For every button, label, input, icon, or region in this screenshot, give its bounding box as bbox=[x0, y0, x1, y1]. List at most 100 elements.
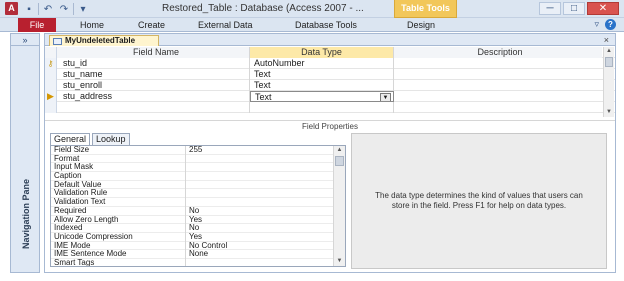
property-help-text: The data type determines the kind of val… bbox=[375, 191, 583, 210]
property-row[interactable]: IME Sentence Mode None bbox=[51, 250, 345, 259]
scroll-up-arrow-icon[interactable]: ▲ bbox=[334, 146, 345, 155]
data-type-cell[interactable]: Text bbox=[250, 69, 394, 80]
data-type-dropdown[interactable]: Text ▼ bbox=[250, 91, 394, 102]
property-value[interactable] bbox=[186, 198, 331, 207]
row-selector[interactable]: ▶ bbox=[45, 91, 57, 102]
property-name: Smart Tags bbox=[51, 258, 186, 266]
property-row[interactable]: Unicode Compression Yes bbox=[51, 232, 345, 242]
property-row[interactable]: Field Size 255 bbox=[51, 146, 345, 155]
navigation-pane: » Navigation Pane bbox=[10, 33, 40, 273]
property-value[interactable] bbox=[186, 163, 331, 172]
property-row[interactable]: Format bbox=[51, 154, 345, 164]
redo-icon[interactable]: ↷ bbox=[57, 3, 71, 16]
help-icon[interactable]: ? bbox=[605, 19, 616, 30]
property-row[interactable]: Validation Text bbox=[51, 198, 345, 207]
column-header-data-type[interactable]: Data Type bbox=[250, 47, 394, 58]
minimize-ribbon-icon[interactable]: ▿ bbox=[594, 19, 599, 30]
ribbon-tab-bar: File Home Create External Data Database … bbox=[0, 18, 624, 32]
tab-general[interactable]: General bbox=[50, 133, 91, 145]
description-cell[interactable] bbox=[394, 102, 602, 113]
data-type-cell[interactable]: Text bbox=[250, 80, 394, 91]
close-document-icon[interactable]: × bbox=[604, 34, 609, 46]
document-tab-bar: MyUndeletedTable × bbox=[45, 34, 615, 46]
scroll-down-arrow-icon[interactable]: ▼ bbox=[334, 257, 345, 266]
scroll-thumb[interactable] bbox=[605, 57, 613, 67]
row-selector-header[interactable] bbox=[45, 47, 57, 58]
quick-access-toolbar: ▪ ↶ ↷ ▾ bbox=[22, 2, 90, 16]
row-selector[interactable] bbox=[45, 69, 57, 80]
field-name-cell[interactable]: stu_id bbox=[57, 58, 250, 69]
property-value[interactable] bbox=[186, 189, 331, 198]
navigation-pane-label[interactable]: Navigation Pane bbox=[15, 159, 37, 269]
property-name: IME Mode bbox=[51, 241, 186, 251]
field-name-cell[interactable]: stu_name bbox=[57, 69, 250, 80]
row-selector[interactable] bbox=[45, 102, 57, 113]
property-row[interactable]: Input Mask bbox=[51, 163, 345, 173]
property-value[interactable]: No bbox=[186, 207, 331, 216]
field-name-cell[interactable] bbox=[57, 102, 250, 113]
navigation-pane-text: Navigation Pane bbox=[21, 178, 31, 250]
property-row[interactable]: Allow Zero Length Yes bbox=[51, 215, 345, 225]
description-cell[interactable] bbox=[394, 91, 602, 102]
property-value[interactable] bbox=[186, 155, 331, 164]
minimize-button[interactable]: ─ bbox=[539, 2, 561, 15]
property-row[interactable]: IME Mode No Control bbox=[51, 241, 345, 251]
property-value[interactable] bbox=[186, 259, 331, 266]
tab-lookup[interactable]: Lookup bbox=[92, 133, 130, 145]
close-button[interactable]: ✕ bbox=[587, 2, 619, 15]
undo-icon[interactable]: ↶ bbox=[41, 3, 55, 16]
table-row[interactable]: ⚷ stu_id AutoNumber bbox=[45, 58, 615, 69]
tab-design[interactable]: Design bbox=[407, 19, 435, 31]
column-header-field-name[interactable]: Field Name bbox=[57, 47, 250, 58]
table-row-selected[interactable]: ▶ stu_address Text ▼ bbox=[45, 91, 615, 102]
data-type-cell[interactable] bbox=[250, 102, 394, 113]
property-value[interactable]: Yes bbox=[186, 216, 331, 225]
property-value[interactable]: No bbox=[186, 224, 331, 233]
field-name-cell[interactable]: stu_enroll bbox=[57, 80, 250, 91]
tab-home[interactable]: Home bbox=[80, 19, 104, 31]
dropdown-arrow-icon[interactable]: ▼ bbox=[380, 93, 391, 101]
property-value[interactable] bbox=[186, 172, 331, 181]
field-name-cell[interactable]: stu_address bbox=[57, 91, 250, 102]
restore-button[interactable]: □ bbox=[563, 2, 585, 15]
property-name: Field Size bbox=[51, 146, 186, 155]
property-row[interactable]: Default Value bbox=[51, 180, 345, 190]
tab-create[interactable]: Create bbox=[138, 19, 165, 31]
column-header-description[interactable]: Description bbox=[394, 47, 602, 58]
property-value[interactable]: No Control bbox=[186, 242, 331, 251]
property-value[interactable] bbox=[186, 181, 331, 190]
properties-vertical-scrollbar[interactable]: ▲ ▼ bbox=[333, 146, 345, 266]
property-row[interactable]: Validation Rule bbox=[51, 189, 345, 199]
row-selector[interactable] bbox=[45, 80, 57, 91]
scroll-down-arrow-icon[interactable]: ▼ bbox=[604, 108, 614, 117]
property-value[interactable]: None bbox=[186, 250, 331, 259]
save-icon[interactable]: ▪ bbox=[22, 3, 36, 16]
access-app-icon[interactable]: A bbox=[5, 2, 18, 15]
tab-external-data[interactable]: External Data bbox=[198, 19, 253, 31]
table-row[interactable]: stu_name Text bbox=[45, 69, 615, 80]
description-cell[interactable] bbox=[394, 69, 602, 80]
property-value[interactable]: Yes bbox=[186, 233, 331, 242]
expand-nav-pane-button[interactable]: » bbox=[11, 34, 39, 46]
tab-file[interactable]: File bbox=[18, 18, 56, 32]
property-row[interactable]: Indexed No bbox=[51, 224, 345, 233]
property-row[interactable]: Smart Tags bbox=[51, 258, 345, 266]
property-value[interactable]: 255 bbox=[186, 146, 331, 155]
scroll-up-arrow-icon[interactable]: ▲ bbox=[604, 47, 614, 56]
scroll-thumb[interactable] bbox=[335, 156, 344, 166]
data-type-cell[interactable]: AutoNumber bbox=[250, 58, 394, 69]
table-row[interactable] bbox=[45, 102, 615, 113]
customize-qat-icon[interactable]: ▾ bbox=[76, 3, 90, 16]
document-tab-myundeletedtable[interactable]: MyUndeletedTable bbox=[49, 35, 159, 46]
tab-database-tools[interactable]: Database Tools bbox=[295, 19, 357, 31]
row-selector[interactable]: ⚷ bbox=[45, 58, 57, 69]
table-icon bbox=[53, 38, 62, 45]
description-cell[interactable] bbox=[394, 58, 602, 69]
table-row[interactable]: stu_enroll Text bbox=[45, 80, 615, 91]
description-cell[interactable] bbox=[394, 80, 602, 91]
property-row[interactable]: Required No bbox=[51, 206, 345, 216]
grid-vertical-scrollbar[interactable]: ▲ ▼ bbox=[603, 47, 614, 117]
property-row[interactable]: Caption bbox=[51, 172, 345, 181]
property-name: Allow Zero Length bbox=[51, 215, 186, 225]
property-sheet: Field Size 255 Format Input Mask Caption … bbox=[50, 145, 346, 267]
